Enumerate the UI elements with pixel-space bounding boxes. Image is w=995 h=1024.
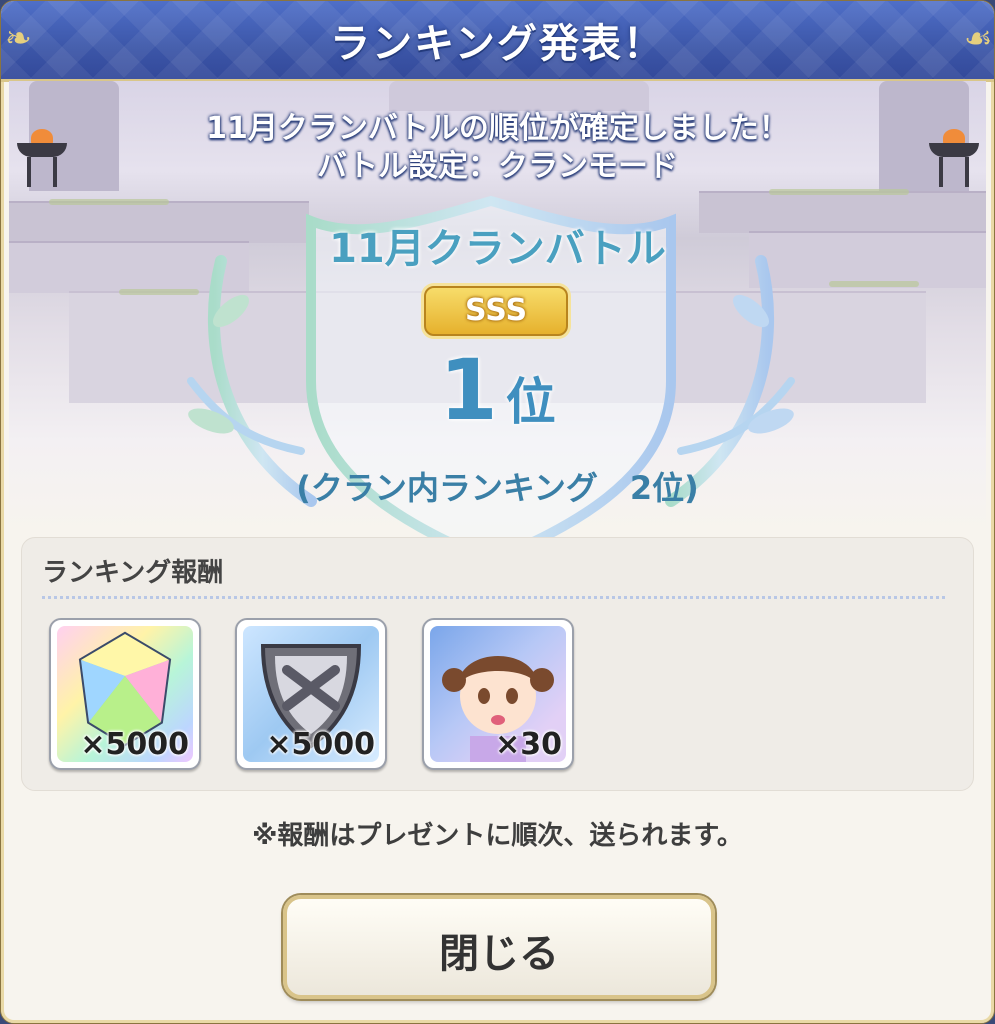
reward-delivery-note: ※報酬はプレゼントに順次、送られます。 — [252, 821, 743, 851]
ranking-reward-panel: ランキング報酬 ×5000 ×5000 ×30 — [21, 537, 974, 791]
rank-grade-badge: SSS — [424, 286, 568, 336]
battle-setting-text: バトル設定：クランモード — [317, 149, 678, 184]
reward-item-jewel[interactable]: ×5000 — [49, 618, 201, 770]
clan-place: 1位 — [1, 341, 994, 439]
reward-quantity: ×30 — [495, 727, 562, 762]
divider — [42, 596, 945, 599]
reward-item-memory-piece[interactable]: ×30 — [422, 618, 574, 770]
ranking-dialog: ❧ ランキング発表！ ☙ 11月クランバトルの順位が確定しました！ バトル設定：… — [0, 0, 995, 1024]
reward-item-clan-coin[interactable]: ×5000 — [235, 618, 387, 770]
place-suffix: 位 — [505, 373, 556, 431]
clan-internal-ranking: (クラン内ランキング 2位) — [296, 469, 699, 507]
dialog-header: ❧ ランキング発表！ ☙ — [1, 1, 994, 82]
reward-quantity: ×5000 — [80, 727, 189, 762]
place-number: 1 — [439, 341, 498, 439]
close-button[interactable]: 閉じる — [283, 895, 715, 999]
rank-grade-label: SSS — [464, 293, 528, 328]
reward-quantity: ×5000 — [266, 727, 375, 762]
dialog-title: ランキング発表！ — [330, 21, 665, 67]
close-button-label: 閉じる — [439, 931, 559, 977]
ornament-right-icon: ☙ — [964, 19, 993, 57]
reward-heading: ランキング報酬 — [42, 558, 224, 588]
clan-battle-name: 11月クランバトル — [329, 226, 666, 272]
